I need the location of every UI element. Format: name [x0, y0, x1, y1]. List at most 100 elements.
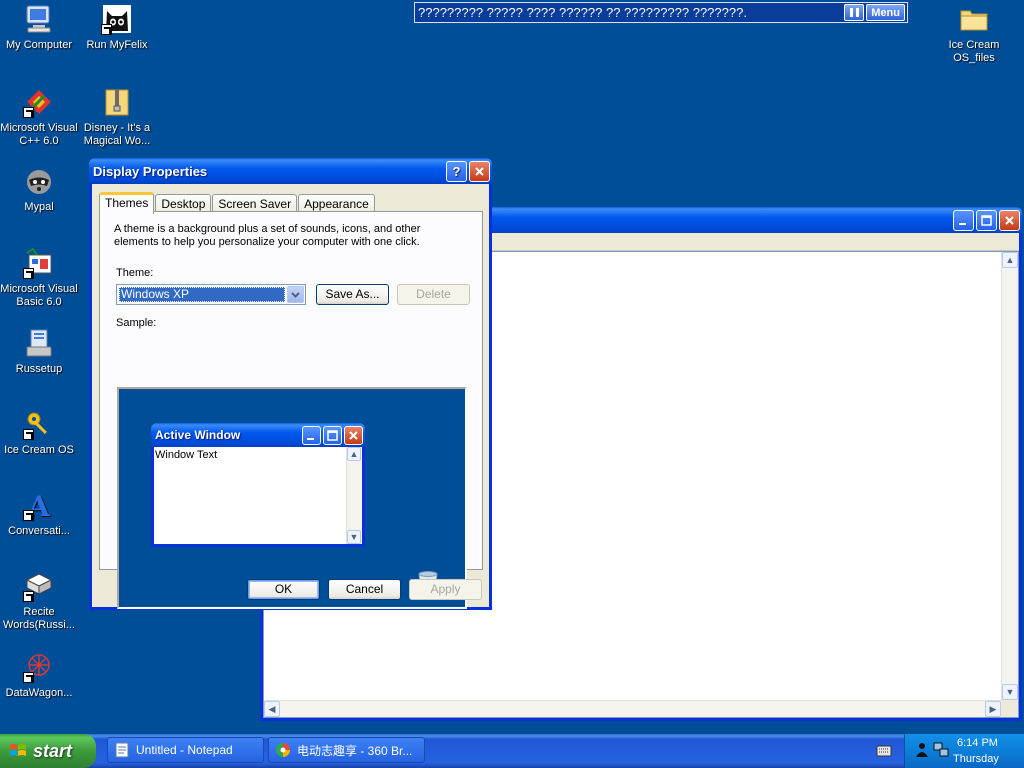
- desktop-icon-label: Mypal: [24, 201, 54, 213]
- desktop-icon-visual-basic[interactable]: Microsoft Visual Basic 6.0: [0, 247, 79, 309]
- desktop-icon-label: Microsoft Visual Basic 6.0: [0, 283, 78, 308]
- sample-scrollbar: ▲ ▼: [346, 447, 362, 544]
- maximize-button[interactable]: [976, 209, 997, 231]
- close-button[interactable]: [469, 160, 490, 182]
- desktop-icon-label: My Computer: [5, 39, 73, 51]
- close-icon: [344, 425, 363, 445]
- close-icon: [1005, 215, 1014, 225]
- shortcut-arrow-icon: [101, 24, 112, 35]
- apply-button[interactable]: Apply: [409, 579, 482, 600]
- maximize-icon: [981, 214, 992, 226]
- desktop-icon-disney[interactable]: Disney - It's a Magical Wo...: [77, 86, 157, 148]
- shortcut-arrow-icon: [23, 591, 34, 602]
- taskbar: start Untitled - Notepad 电动志趣享 - 360 Br.…: [0, 734, 1024, 768]
- visual-basic-icon: [23, 247, 55, 279]
- sample-label: Sample:: [116, 317, 157, 329]
- resize-grip[interactable]: [1001, 700, 1018, 717]
- desktop-icon-my-computer[interactable]: My Computer: [0, 3, 79, 52]
- marquee-menu-button[interactable]: Menu: [866, 4, 905, 21]
- minimize-button[interactable]: [953, 209, 974, 231]
- folder-icon: [958, 3, 990, 35]
- shortcut-arrow-icon: [23, 107, 34, 118]
- keyboard-icon[interactable]: [876, 744, 892, 758]
- sample-titlebar: Active Window: [151, 423, 365, 447]
- marquee-bar: ????????? ????? ???? ?????? ?? ?????????…: [414, 2, 908, 23]
- pause-button[interactable]: [844, 4, 865, 21]
- computer-icon: [23, 3, 55, 35]
- marquee-text: ????????? ????? ???? ?????? ?? ?????????…: [418, 5, 747, 20]
- close-icon: [475, 166, 484, 176]
- book-icon: [23, 570, 55, 602]
- display-properties-dialog: Display Properties ? Themes Desktop Scre…: [89, 158, 492, 610]
- pause-icon: [849, 8, 853, 17]
- desktop-icon-label: Run MyFelix: [86, 39, 148, 51]
- delete-button[interactable]: Delete: [397, 284, 470, 305]
- desktop-icon-datawagon[interactable]: DataWagon...: [0, 651, 79, 700]
- desktop-icon-conversation[interactable]: A Conversati...: [0, 489, 79, 538]
- desktop-icon-run-myfelix[interactable]: Run MyFelix: [77, 3, 157, 52]
- cancel-button[interactable]: Cancel: [328, 579, 401, 600]
- sample-active-window: Active Window Window Text ▲ ▼: [151, 423, 365, 547]
- desktop-icon-label: Russetup: [15, 363, 63, 375]
- dialog-titlebar[interactable]: Display Properties ?: [89, 158, 492, 184]
- minimize-icon: [302, 425, 321, 445]
- desktop-icon-label: Disney - It's a Magical Wo...: [83, 122, 151, 147]
- ok-button[interactable]: OK: [247, 579, 320, 600]
- desktop-icon-recite-words[interactable]: Recite Words(Russi...: [0, 570, 79, 632]
- cat-icon: [101, 3, 133, 35]
- scroll-up-arrow-icon: ▲: [347, 447, 361, 461]
- sample-window-text: Window Text: [155, 449, 218, 461]
- maximize-icon: [323, 425, 342, 445]
- chevron-down-icon[interactable]: [287, 286, 304, 303]
- red-network-icon: [23, 651, 55, 683]
- clock-day: Thursday: [953, 753, 999, 765]
- shortcut-arrow-icon: [23, 672, 34, 683]
- sample-preview: Active Window Window Text ▲ ▼: [117, 387, 467, 609]
- taskbar-button-label: Untitled - Notepad: [136, 743, 233, 757]
- shortcut-arrow-icon: [23, 429, 34, 440]
- theme-label: Theme:: [116, 267, 154, 279]
- help-button[interactable]: ?: [446, 160, 467, 182]
- theme-dropdown[interactable]: Windows XP: [116, 284, 306, 305]
- user-icon[interactable]: [915, 742, 929, 758]
- desktop-icon-ice-cream-os[interactable]: Ice Cream OS: [0, 408, 79, 457]
- visual-cpp-icon: [23, 86, 55, 118]
- minimize-icon: [959, 222, 966, 225]
- desktop-icon-ice-cream-os-files[interactable]: Ice Cream OS_files: [934, 3, 1014, 65]
- taskbar-button-label: 电动志趣享 - 360 Br...: [297, 743, 413, 758]
- horizontal-scrollbar[interactable]: ◀ ▶: [264, 700, 1001, 717]
- vertical-scrollbar[interactable]: ▲ ▼: [1001, 252, 1018, 700]
- scroll-down-arrow-icon[interactable]: ▼: [1002, 684, 1018, 700]
- installer-icon: [23, 327, 55, 359]
- windows-flag-icon: [10, 744, 26, 756]
- network-icon[interactable]: [933, 742, 949, 758]
- zip-folder-icon: [101, 86, 133, 118]
- themes-panel: A theme is a background plus a set of so…: [99, 211, 483, 609]
- themes-description: A theme is a background plus a set of so…: [114, 223, 421, 248]
- start-button[interactable]: start: [0, 734, 96, 768]
- sample-window-title: Active Window: [155, 428, 241, 442]
- shortcut-arrow-icon: [23, 510, 34, 521]
- keys-icon: [23, 408, 55, 440]
- desktop-icon-label: Ice Cream OS: [4, 444, 74, 456]
- browser-icon: [276, 743, 290, 757]
- scroll-up-arrow-icon[interactable]: ▲: [1002, 252, 1018, 268]
- close-button[interactable]: [999, 209, 1020, 231]
- scroll-left-arrow-icon[interactable]: ◀: [264, 701, 280, 717]
- clock-time[interactable]: 6:14 PM: [957, 737, 998, 749]
- desktop-icon-russetup[interactable]: Russetup: [0, 327, 79, 376]
- pause-icon: [855, 8, 859, 17]
- raccoon-icon: [23, 165, 55, 197]
- dialog-title: Display Properties: [93, 163, 208, 179]
- desktop-icon-visual-cpp[interactable]: Microsoft Visual C++ 6.0: [0, 86, 79, 148]
- desktop-icon-mypal[interactable]: Mypal: [0, 165, 79, 214]
- shortcut-arrow-icon: [23, 268, 34, 279]
- tab-themes[interactable]: Themes: [99, 192, 155, 214]
- system-tray: 6:14 PM Thursday: [904, 734, 1024, 768]
- desktop-icon-label: Ice Cream OS_files: [948, 39, 1000, 64]
- theme-selected-value: Windows XP: [119, 287, 285, 302]
- save-as-button[interactable]: Save As...: [316, 284, 389, 305]
- taskbar-button-notepad[interactable]: Untitled - Notepad: [107, 737, 264, 763]
- scroll-right-arrow-icon[interactable]: ▶: [985, 701, 1001, 717]
- taskbar-button-360-browser[interactable]: 电动志趣享 - 360 Br...: [268, 737, 425, 763]
